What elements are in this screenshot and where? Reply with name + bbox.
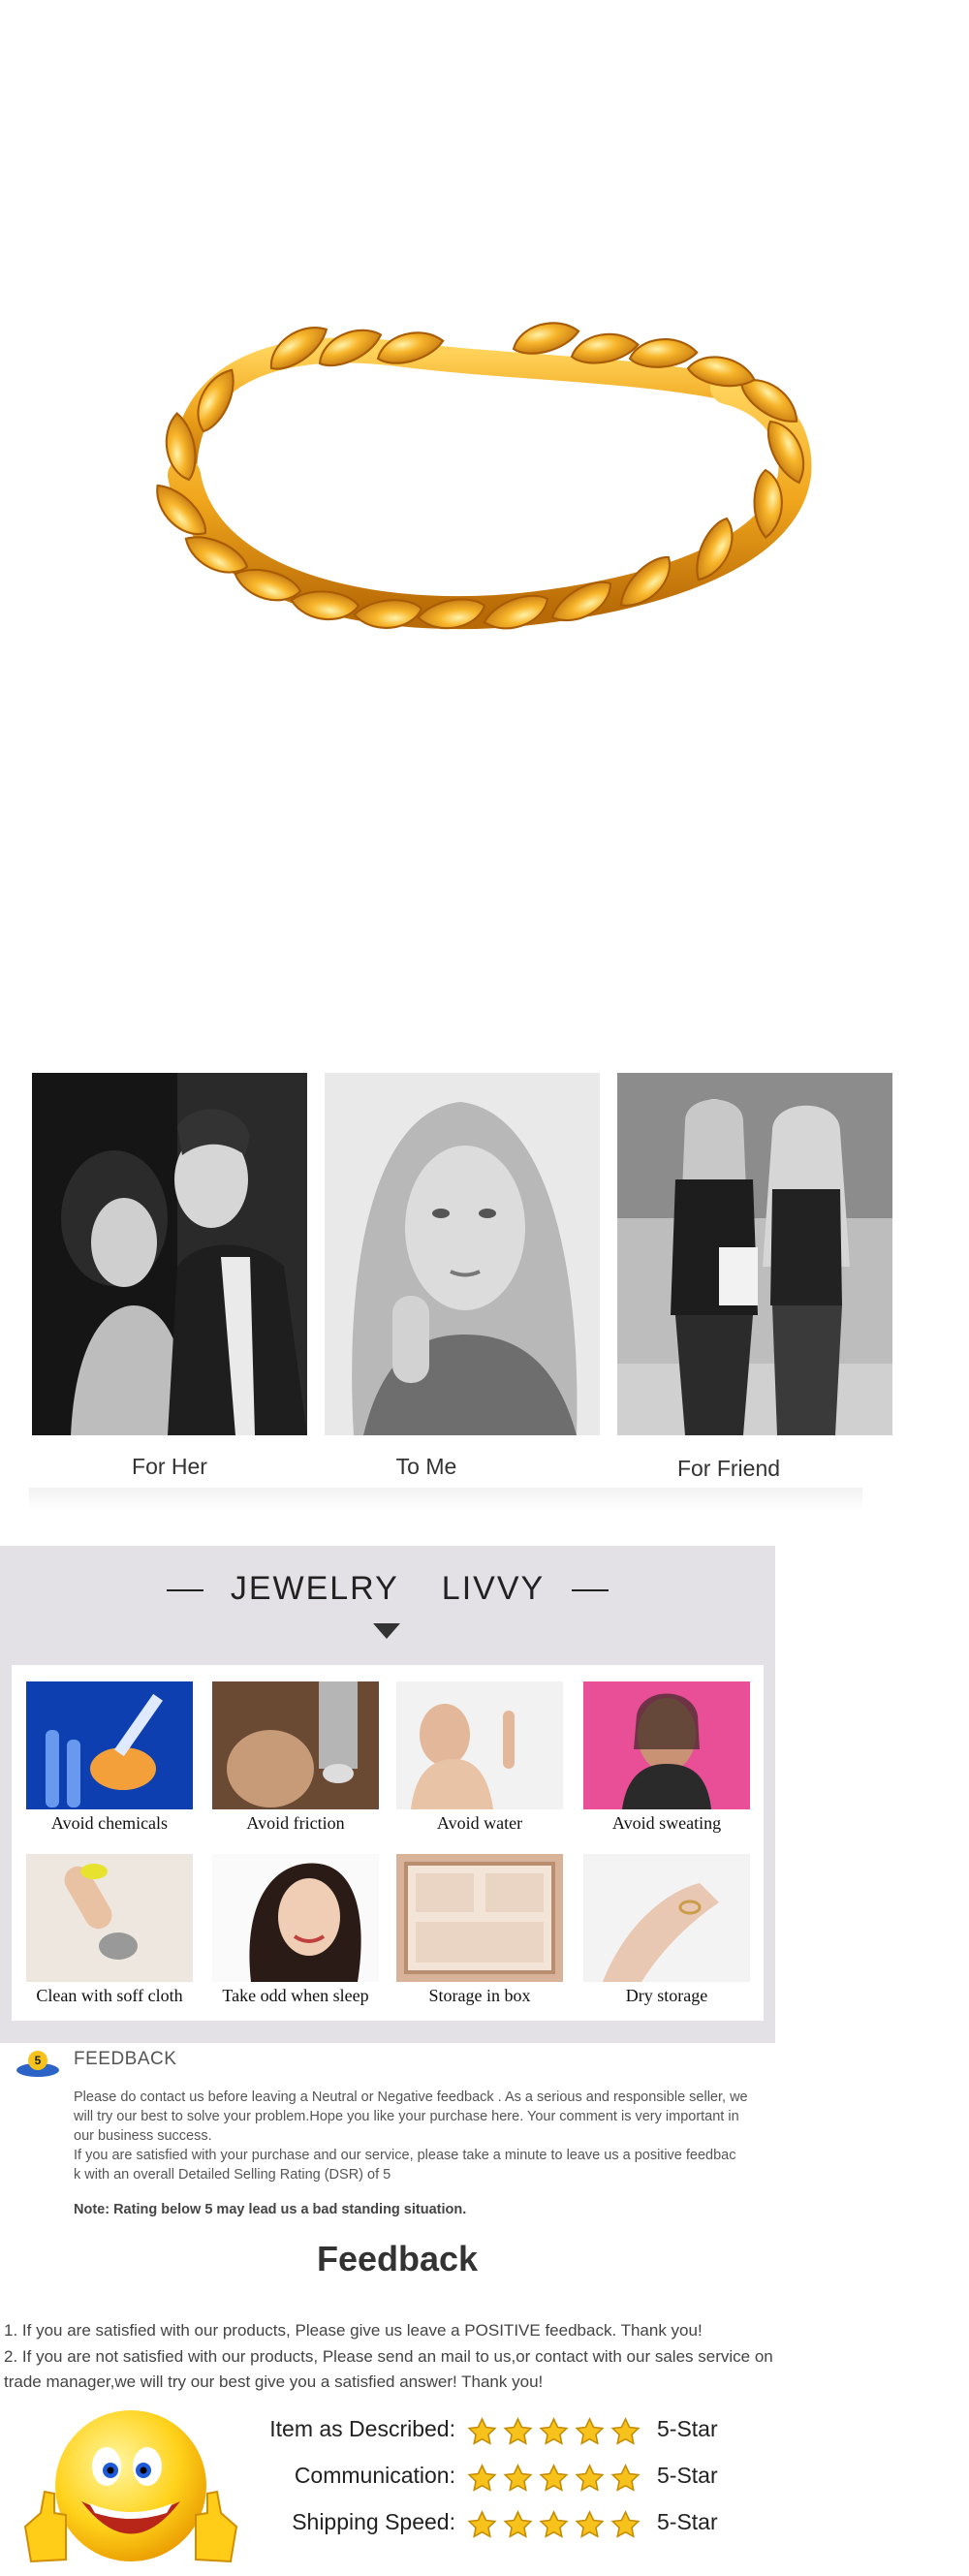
care-tips-panel: Avoid chemicals Avoid friction Avoid wat… — [12, 1665, 764, 2021]
rating-stars-item — [467, 2417, 646, 2448]
care-title-brand: JEWELRY — [230, 1570, 399, 1607]
triangle-down-icon — [373, 1623, 400, 1639]
gift-section-divider — [29, 1488, 862, 1511]
sweating-icon — [583, 1681, 750, 1809]
feedback-paragraph-line: Please do contact us before leaving a Ne… — [74, 2089, 748, 2105]
friction-icon — [212, 1681, 379, 1809]
star-icon — [503, 2417, 533, 2445]
rating-label-item: Item as Described: — [269, 2416, 455, 2441]
gift-caption-for-friend: For Friend — [676, 1456, 781, 1481]
star-icon — [467, 2464, 497, 2492]
care-label-dry: Dry storage — [625, 1986, 708, 2005]
care-label-sleep: Take odd when sleep — [222, 1986, 369, 2005]
rating-label-shipping: Shipping Speed: — [292, 2509, 455, 2534]
star-icon — [539, 2417, 569, 2445]
star-icon — [539, 2510, 569, 2538]
star-icon — [610, 2510, 641, 2538]
star-icon — [575, 2417, 605, 2445]
feedback-paragraph-line: k with an overall Detailed Selling Ratin… — [74, 2167, 391, 2183]
feedback-note: Note: Rating below 5 may lead us a bad s… — [74, 2202, 467, 2217]
star-icon — [610, 2417, 641, 2445]
feedback-heading: FEEDBACK — [74, 2049, 177, 2069]
star-icon — [503, 2510, 533, 2538]
ring-leaf — [570, 332, 640, 364]
star-icon — [467, 2510, 497, 2538]
care-title: JEWELRY LIVVY — [0, 1570, 775, 1608]
cloth-icon — [26, 1854, 193, 1982]
care-label-box: Storage in box — [428, 1986, 531, 2005]
badge-number: 5 — [35, 2054, 42, 2067]
care-title-name: LIVVY — [441, 1570, 546, 1607]
title-dash-right — [572, 1589, 610, 1592]
care-label-sweating: Avoid sweating — [611, 1813, 722, 1833]
gift-photo-to-me — [325, 1073, 600, 1435]
ring-leaf — [628, 338, 699, 368]
rating-value-shipping: 5-Star — [657, 2509, 718, 2534]
star-icon — [467, 2417, 497, 2445]
feedback-paragraph-line: will try our best to solve your problem.… — [74, 2109, 739, 2124]
care-label-cloth: Clean with soff cloth — [36, 1986, 183, 2005]
product-image-ring — [145, 223, 824, 766]
star-icon — [610, 2464, 641, 2492]
gift-photo-for-her — [32, 1073, 307, 1435]
ring-leaf — [512, 322, 580, 355]
water-icon — [396, 1681, 563, 1809]
feedback-instruction-2: 2. If you are not satisfied with our pro… — [4, 2347, 773, 2366]
gift-photo-for-friend — [617, 1073, 892, 1435]
rating-label-communication: Communication: — [294, 2463, 455, 2488]
rating-value-communication: 5-Star — [657, 2463, 718, 2488]
feedback-paragraph-line: our business success. — [74, 2128, 212, 2144]
feedback-paragraph-line: If you are satisfied with your purchase … — [74, 2148, 736, 2163]
feedback-title: Feedback — [316, 2239, 479, 2278]
sleep-icon — [212, 1854, 379, 1982]
gift-caption-to-me: To Me — [395, 1454, 457, 1479]
five-star-badge-icon: 5 — [14, 2049, 62, 2078]
star-icon — [539, 2464, 569, 2492]
star-icon — [575, 2510, 605, 2538]
box-icon — [396, 1854, 563, 1982]
feedback-instruction-2-cont: trade manager,we will try our best give … — [4, 2372, 544, 2391]
title-dash-left — [166, 1589, 203, 1592]
star-icon — [575, 2464, 605, 2492]
rating-value-item: 5-Star — [657, 2416, 718, 2441]
chemicals-icon — [26, 1681, 193, 1809]
feedback-instruction-1: 1. If you are satisfied with our product… — [4, 2321, 703, 2340]
rating-stars-shipping — [467, 2510, 646, 2541]
care-label-chemicals: Avoid chemicals — [50, 1813, 169, 1833]
care-label-water: Avoid water — [436, 1813, 523, 1833]
jewelry-care-section: JEWELRY LIVVY Avoid chemicals Avoid frict… — [0, 1546, 775, 2043]
star-icon — [503, 2464, 533, 2492]
dry-icon — [583, 1854, 750, 1982]
rating-stars-communication — [467, 2464, 646, 2495]
care-label-friction: Avoid friction — [246, 1813, 345, 1833]
gift-caption-for-her: For Her — [132, 1454, 207, 1479]
